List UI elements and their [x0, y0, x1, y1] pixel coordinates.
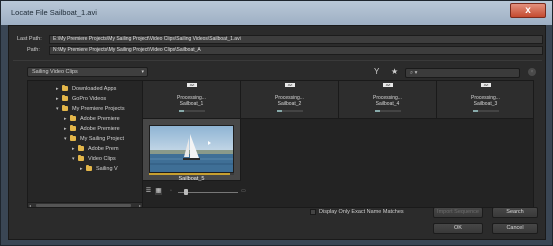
last-path-label: Last Path:: [17, 36, 42, 42]
divider: [13, 60, 542, 61]
folder-icon: [62, 85, 68, 92]
media-cell[interactable]: AVI Processing... Sailboat_4: [339, 81, 437, 119]
zoom-in-icon[interactable]: ▭: [241, 188, 246, 195]
tree-item-label: My Premiere Projects: [72, 106, 125, 112]
tree-item[interactable]: ▸ Adobe Premiere: [64, 114, 120, 124]
search-input[interactable]: ⌕ ▾: [405, 68, 520, 78]
tree-item-label: Video Clips: [88, 156, 116, 162]
location-dropdown[interactable]: Sailing Video Clips ▾: [27, 67, 148, 77]
tree-item-label: Downloaded Apps: [72, 86, 117, 92]
tree-item[interactable]: ▾ My Premiere Projects: [56, 104, 125, 114]
search-icon: ⌕: [410, 70, 414, 76]
zoom-slider-handle[interactable]: [183, 189, 188, 195]
processing-status: Processing... Sailboat_2: [241, 95, 338, 107]
window-title: Locate File Sailboat_1.avi: [11, 8, 97, 17]
tree-horizontal-scrollbar[interactable]: ◂ ▸: [28, 202, 142, 207]
view-controls: ☰ ▦ ▫ ▭: [142, 187, 534, 197]
tree-item-label: GoPro Videos: [72, 96, 107, 102]
processing-status: Processing... Sailboat_3: [437, 95, 533, 107]
folder-icon: [70, 115, 76, 122]
clear-icon[interactable]: ×: [528, 68, 536, 76]
tree-item[interactable]: ▾ Video Clips: [72, 154, 116, 164]
path-label: Path:: [27, 47, 40, 53]
search-dropdown-icon: ▾: [414, 70, 418, 76]
processing-progress: [473, 110, 499, 112]
media-name: Sailboat_2: [277, 101, 302, 107]
folder-icon: [86, 165, 92, 172]
tree-item[interactable]: ▸ GoPro Videos: [56, 94, 106, 104]
tree-item[interactable]: ▸ Adobe Prem: [72, 144, 119, 154]
processing-progress: [277, 110, 303, 112]
processing-progress: [375, 110, 401, 112]
exact-match-checkbox[interactable]: [310, 209, 316, 215]
thumbnail-progress: [149, 173, 234, 175]
file-type-badge: AVI: [187, 83, 197, 87]
tree-item[interactable]: ▸ Downloaded Apps: [56, 84, 116, 94]
tree-item-label: Adobe Prem: [88, 146, 119, 152]
scroll-thumb[interactable]: [36, 204, 131, 207]
locate-file-dialog: Locate File Sailboat_1.avi x Last Path: …: [0, 0, 553, 246]
processing-progress: [179, 110, 205, 112]
scroll-left-icon[interactable]: ◂: [29, 203, 31, 207]
cancel-button[interactable]: Cancel: [492, 223, 538, 234]
file-type-badge: AVI: [285, 83, 295, 87]
processing-status: Processing... Sailboat_4: [339, 95, 436, 107]
tree-item-label: Adobe Premiere: [80, 116, 120, 122]
close-button[interactable]: x: [510, 3, 546, 18]
folder-icon: [70, 135, 76, 142]
media-cell-selected[interactable]: Sailboat_5: [143, 119, 241, 182]
folder-icon: [78, 145, 84, 152]
location-dropdown-value: Sailing Video Clips: [32, 69, 78, 75]
tree-item-label: Sailing V: [96, 166, 118, 172]
file-type-badge: AVI: [383, 83, 393, 87]
title-bar[interactable]: Locate File Sailboat_1.avi x: [1, 1, 552, 25]
path-field[interactable]: N:\My Premiere Projects\My Sailing Proje…: [49, 46, 543, 55]
chevron-down-icon: ▾: [141, 69, 144, 75]
folder-tree: ▸ Downloaded Apps ▸ GoPro Videos ▾ My Premier…: [27, 80, 148, 208]
processing-status: Processing... Sailboat_1: [143, 95, 240, 107]
zoom-out-icon[interactable]: ▫: [170, 188, 172, 195]
media-name: Sailboat_1: [179, 101, 204, 107]
icon-view-icon[interactable]: ▦: [155, 188, 162, 195]
media-cell[interactable]: AVI Processing... Sailboat_3: [437, 81, 533, 119]
tree-item[interactable]: ▸ Sailing V: [80, 164, 118, 174]
file-type-badge: AVI: [481, 83, 491, 87]
close-icon: x: [525, 5, 531, 16]
media-cell[interactable]: AVI Processing... Sailboat_1: [143, 81, 241, 119]
folder-icon: [78, 155, 84, 162]
tree-item-label: Adobe Premiere: [80, 126, 120, 132]
list-view-icon[interactable]: ☰: [145, 188, 152, 195]
ok-button[interactable]: OK: [433, 223, 483, 234]
folder-icon: [70, 125, 76, 132]
import-sequence-button[interactable]: Import Sequence: [433, 207, 483, 218]
media-name: Sailboat_3: [473, 101, 498, 107]
filter-icon[interactable]: Y: [374, 67, 379, 77]
tree-item-label: My Sailing Project: [80, 136, 125, 142]
tree-item[interactable]: ▾ My Sailing Project: [64, 134, 124, 144]
media-name: Sailboat_5: [178, 176, 205, 182]
last-path-field: E:\My Premiere Projects\My Sailing Proje…: [49, 35, 543, 44]
search-button[interactable]: Search: [492, 207, 538, 218]
media-cell[interactable]: AVI Processing... Sailboat_2: [241, 81, 339, 119]
favorite-icon[interactable]: ★: [391, 67, 398, 77]
scroll-right-icon[interactable]: ▸: [139, 203, 141, 207]
tree-item[interactable]: ▸ Adobe Premiere: [64, 124, 120, 134]
exact-match-label: Display Only Exact Name Matches: [319, 209, 404, 215]
folder-icon: [62, 95, 68, 102]
folder-icon: [62, 105, 68, 112]
media-name: Sailboat_4: [375, 101, 400, 107]
video-thumbnail: [149, 125, 234, 173]
